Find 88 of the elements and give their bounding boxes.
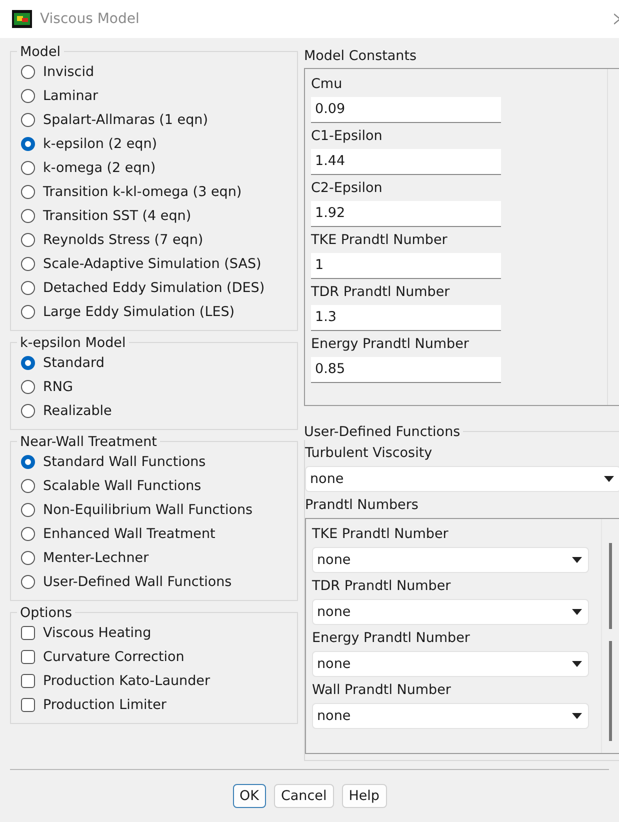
radio-button[interactable] [21, 454, 35, 469]
radio-button[interactable] [21, 280, 35, 295]
group-title: Options [19, 604, 74, 621]
section-title: Model Constants [304, 48, 418, 64]
caret-icon [572, 608, 582, 615]
checkbox[interactable] [21, 698, 35, 712]
option-label: RNG [43, 378, 73, 395]
checkbox[interactable] [21, 650, 35, 664]
option-label: Realizable [43, 402, 112, 419]
option-label: k-omega (2 eqn) [43, 160, 156, 176]
option-label: Scalable Wall Functions [43, 478, 202, 494]
caret-icon [572, 712, 582, 719]
field-label: C2-Epsilon [311, 178, 384, 198]
dropdown[interactable]: none [312, 598, 589, 625]
field-label: TDR Prandtl Number [312, 576, 452, 596]
option-label: Scale-Adaptive Simulation (SAS) [43, 256, 262, 272]
radio-button[interactable] [21, 208, 35, 223]
option-label: Laminar [43, 88, 98, 104]
radio-button[interactable] [21, 550, 35, 565]
field-label: TKE Prandtl Number [312, 524, 450, 544]
caret-icon [604, 476, 614, 482]
field-label: Wall Prandtl Number [312, 680, 452, 700]
radio-button[interactable] [21, 380, 35, 394]
radio-button[interactable] [21, 304, 35, 319]
option-label: Viscous Heating [43, 624, 152, 641]
radio-button[interactable] [21, 256, 35, 271]
input-field[interactable]: 0.09 [311, 96, 501, 123]
option-label: Menter-Lechner [43, 550, 149, 566]
checkbox[interactable] [21, 626, 35, 640]
input-field[interactable]: 0.85 [311, 356, 501, 383]
radio-button[interactable] [21, 404, 35, 418]
radio-button[interactable] [21, 356, 35, 370]
caret-icon [572, 660, 582, 667]
input-field[interactable]: 1.3 [311, 304, 501, 331]
option-label: Production Kato-Launder [43, 672, 210, 689]
option-label: Curvature Correction [43, 648, 184, 665]
option-label: Non-Equilibrium Wall Functions [43, 502, 253, 518]
option-label: Transition SST (4 eqn) [43, 208, 192, 224]
radio-button[interactable] [21, 184, 35, 199]
window-title: Viscous Model [40, 10, 140, 27]
app-logo-icon [12, 10, 32, 28]
dropdown[interactable]: none [312, 702, 589, 729]
checkbox[interactable] [21, 674, 35, 688]
radio-button[interactable] [21, 64, 35, 79]
field-label: Energy Prandtl Number [311, 334, 470, 354]
input-field[interactable]: 1.92 [311, 200, 501, 227]
dropdown[interactable]: none [312, 650, 589, 677]
field-label: TDR Prandtl Number [311, 282, 451, 302]
radio-button[interactable] [21, 112, 35, 127]
option-label: Standard [43, 354, 104, 371]
radio-button[interactable] [21, 88, 35, 103]
option-label: Large Eddy Simulation (LES) [43, 304, 235, 320]
field-label: Cmu [311, 74, 344, 94]
field-label: Prandtl Numbers [305, 496, 420, 515]
dropdown[interactable]: none [305, 466, 619, 492]
field-label: TKE Prandtl Number [311, 230, 448, 250]
option-label: User-Defined Wall Functions [43, 574, 232, 590]
option-label: Transition k-kl-omega (3 eqn) [43, 184, 242, 200]
field-label: Turbulent Viscosity [305, 444, 434, 463]
radio-button[interactable] [21, 574, 35, 589]
option-label: Spalart-Allmaras (1 eqn) [43, 112, 208, 128]
radio-button[interactable] [21, 136, 35, 151]
radio-button[interactable] [21, 232, 35, 247]
caret-icon [572, 556, 582, 563]
dropdown[interactable]: none [312, 546, 589, 573]
radio-button[interactable] [21, 502, 35, 517]
group-title: k-epsilon Model [19, 334, 127, 351]
dialog-button[interactable]: Help [342, 784, 386, 808]
radio-button[interactable] [21, 526, 35, 541]
input-field[interactable]: 1 [311, 252, 501, 279]
option-label: Inviscid [43, 64, 94, 80]
dialog-button[interactable]: Cancel [274, 784, 334, 808]
option-label: Reynolds Stress (7 eqn) [43, 232, 204, 248]
input-field[interactable]: 1.44 [311, 148, 501, 175]
option-label: Detached Eddy Simulation (DES) [43, 280, 265, 296]
close-icon[interactable] [614, 12, 619, 25]
group-title: User-Defined Functions [303, 424, 462, 440]
radio-button[interactable] [21, 478, 35, 493]
field-label: C1-Epsilon [311, 126, 384, 146]
option-label: Enhanced Wall Treatment [43, 526, 216, 542]
option-label: Production Limiter [43, 696, 166, 713]
option-label: k-epsilon (2 eqn) [43, 136, 158, 152]
group-title: Near-Wall Treatment [19, 434, 158, 450]
dialog-button[interactable]: OK [232, 784, 266, 808]
option-label: Standard Wall Functions [43, 454, 206, 470]
group-title: Model [19, 44, 62, 60]
field-label: Energy Prandtl Number [312, 628, 471, 648]
radio-button[interactable] [21, 160, 35, 175]
